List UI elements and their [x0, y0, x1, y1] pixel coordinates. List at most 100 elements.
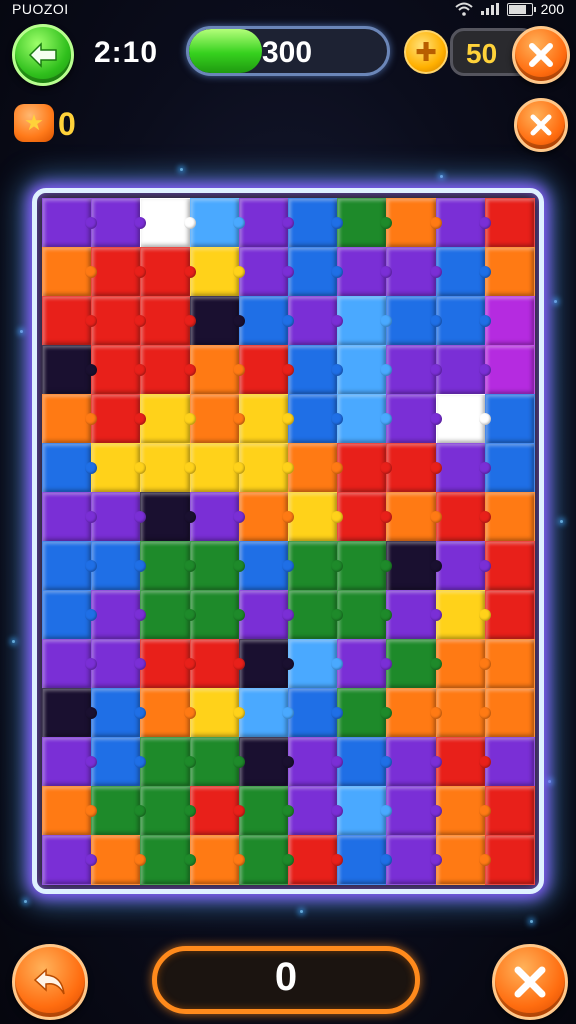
puzzle-piece[interactable]: [42, 786, 98, 836]
puzzle-piece[interactable]: [42, 541, 98, 591]
puzzle-piece[interactable]: [288, 492, 344, 542]
puzzle-piece[interactable]: [435, 737, 491, 787]
puzzle-piece[interactable]: [337, 786, 393, 836]
puzzle-piece[interactable]: [189, 590, 245, 640]
puzzle-piece[interactable]: [337, 835, 393, 885]
puzzle-piece[interactable]: [435, 786, 491, 836]
puzzle-piece[interactable]: [484, 541, 535, 591]
puzzle-piece[interactable]: [288, 639, 344, 689]
puzzle-piece[interactable]: [238, 394, 295, 444]
puzzle-piece[interactable]: [238, 198, 295, 248]
puzzle-piece[interactable]: [435, 492, 491, 542]
puzzle-piece[interactable]: [140, 296, 196, 346]
puzzle-piece[interactable]: [484, 345, 535, 395]
puzzle-piece[interactable]: [140, 590, 196, 640]
puzzle-piece[interactable]: [386, 198, 442, 248]
puzzle-piece[interactable]: [386, 737, 442, 787]
puzzle-piece[interactable]: [288, 786, 344, 836]
puzzle-piece[interactable]: [337, 345, 393, 395]
puzzle-piece[interactable]: [484, 737, 535, 787]
puzzle-piece[interactable]: [484, 492, 535, 542]
puzzle-piece[interactable]: [288, 296, 344, 346]
puzzle-piece[interactable]: [42, 639, 98, 689]
puzzle-piece[interactable]: [386, 345, 442, 395]
puzzle-piece[interactable]: [42, 492, 98, 542]
puzzle-piece[interactable]: [140, 198, 196, 248]
puzzle-piece[interactable]: [238, 688, 295, 738]
puzzle-piece[interactable]: [91, 198, 147, 248]
puzzle-piece[interactable]: [189, 345, 245, 395]
puzzle-piece[interactable]: [435, 394, 491, 444]
puzzle-piece[interactable]: [140, 492, 196, 542]
puzzle-piece[interactable]: [484, 835, 535, 885]
puzzle-piece[interactable]: [386, 296, 442, 346]
puzzle-piece[interactable]: [386, 835, 442, 885]
puzzle-piece[interactable]: [91, 345, 147, 395]
puzzle-piece[interactable]: [42, 737, 98, 787]
puzzle-piece[interactable]: [189, 541, 245, 591]
puzzle-piece[interactable]: [337, 492, 393, 542]
puzzle-piece[interactable]: [140, 541, 196, 591]
puzzle-piece[interactable]: [386, 247, 442, 297]
puzzle-piece[interactable]: [337, 247, 393, 297]
puzzle-piece[interactable]: [386, 394, 442, 444]
puzzle-piece[interactable]: [42, 296, 98, 346]
back-button[interactable]: [12, 24, 74, 86]
puzzle-piece[interactable]: [189, 198, 245, 248]
puzzle-piece[interactable]: [238, 492, 295, 542]
puzzle-piece[interactable]: [288, 247, 344, 297]
puzzle-piece[interactable]: [189, 247, 245, 297]
puzzle-piece[interactable]: [435, 688, 491, 738]
puzzle-piece[interactable]: [337, 443, 393, 493]
puzzle-piece[interactable]: [238, 590, 295, 640]
puzzle-piece[interactable]: [140, 394, 196, 444]
puzzle-piece[interactable]: [435, 443, 491, 493]
puzzle-piece[interactable]: [140, 835, 196, 885]
puzzle-piece[interactable]: [386, 541, 442, 591]
puzzle-piece[interactable]: [91, 541, 147, 591]
puzzle-piece[interactable]: [484, 688, 535, 738]
puzzle-piece[interactable]: [337, 394, 393, 444]
puzzle-piece[interactable]: [189, 835, 245, 885]
puzzle-piece[interactable]: [189, 492, 245, 542]
puzzle-piece[interactable]: [140, 786, 196, 836]
puzzle-piece[interactable]: [386, 443, 442, 493]
puzzle-piece[interactable]: [386, 688, 442, 738]
puzzle-piece[interactable]: [238, 835, 295, 885]
puzzle-piece[interactable]: [484, 247, 535, 297]
puzzle-piece[interactable]: [42, 394, 98, 444]
puzzle-piece[interactable]: [386, 786, 442, 836]
puzzle-piece[interactable]: [288, 737, 344, 787]
puzzle-piece[interactable]: [91, 247, 147, 297]
puzzle-piece[interactable]: [337, 688, 393, 738]
puzzle-piece[interactable]: [337, 737, 393, 787]
puzzle-piece[interactable]: [238, 786, 295, 836]
puzzle-piece[interactable]: [91, 688, 147, 738]
puzzle-piece[interactable]: [288, 835, 344, 885]
puzzle-piece[interactable]: [189, 688, 245, 738]
puzzle-piece[interactable]: [288, 541, 344, 591]
coin-plus-icon[interactable]: ✚: [404, 30, 448, 74]
puzzle-piece[interactable]: [238, 639, 295, 689]
puzzle-piece[interactable]: [42, 590, 98, 640]
puzzle-piece[interactable]: [337, 296, 393, 346]
puzzle-piece[interactable]: [484, 639, 535, 689]
puzzle-piece[interactable]: [238, 247, 295, 297]
puzzle-piece[interactable]: [42, 835, 98, 885]
puzzle-piece[interactable]: [140, 443, 196, 493]
puzzle-piece[interactable]: [91, 492, 147, 542]
puzzle-piece[interactable]: [189, 443, 245, 493]
puzzle-piece[interactable]: [337, 198, 393, 248]
puzzle-piece[interactable]: [189, 296, 245, 346]
puzzle-piece[interactable]: [42, 247, 98, 297]
puzzle-piece[interactable]: [435, 590, 491, 640]
puzzle-piece[interactable]: [435, 247, 491, 297]
puzzle-piece[interactable]: [484, 394, 535, 444]
puzzle-piece[interactable]: [337, 639, 393, 689]
puzzle-piece[interactable]: [288, 345, 344, 395]
puzzle-piece[interactable]: [288, 443, 344, 493]
puzzle-piece[interactable]: [189, 394, 245, 444]
puzzle-piece[interactable]: [91, 296, 147, 346]
puzzle-piece[interactable]: [189, 737, 245, 787]
puzzle-piece[interactable]: [337, 590, 393, 640]
